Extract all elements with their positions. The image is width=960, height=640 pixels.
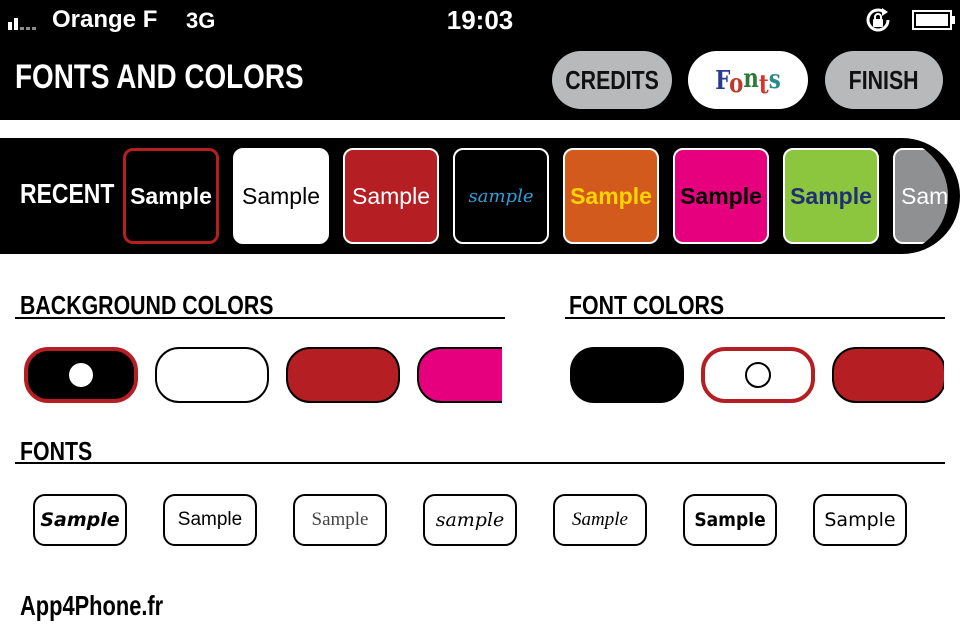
- credits-button[interactable]: CREDITS: [552, 51, 672, 109]
- recent-tile-text: Sample: [680, 182, 762, 209]
- font-option-tile[interactable]: sample: [423, 494, 517, 546]
- fonts-label-letter: s: [768, 64, 781, 95]
- selected-indicator-icon: [69, 363, 93, 387]
- font-option-label: Sample: [40, 509, 120, 531]
- status-time: 19:03: [446, 5, 514, 35]
- footer-watermark: App4Phone.fr: [20, 590, 164, 621]
- font-option-label: Sample: [572, 509, 628, 530]
- status-bar: Orange F 3G 19:03: [0, 0, 960, 40]
- recent-tile-text: Sample: [570, 182, 652, 209]
- font-color-swatch[interactable]: [570, 347, 684, 403]
- font-color-swatch[interactable]: [701, 347, 815, 403]
- font-option-label: Sample: [824, 509, 896, 531]
- font-option-label: Sample: [177, 509, 243, 530]
- fonts-label: Fonts: [715, 63, 781, 100]
- font-color-swatches: [566, 345, 944, 405]
- fonts-label-letter: t: [758, 69, 769, 100]
- recent-tile[interactable]: Sample: [893, 148, 948, 244]
- background-color-swatches: [20, 345, 502, 405]
- recent-tile-text: Sample: [901, 182, 948, 209]
- recent-tile-text: Sample: [790, 182, 872, 209]
- fonts-label-letter: o: [729, 68, 744, 99]
- header-bar: FONTS AND COLORS CREDITS Fonts FINISH: [0, 40, 960, 120]
- recent-label: RECENT: [20, 178, 115, 209]
- recent-tile[interactable]: Sample: [233, 148, 329, 244]
- finish-label: FINISH: [849, 64, 919, 95]
- font-option-label: sample: [435, 509, 505, 531]
- recent-tile[interactable]: Sample: [343, 148, 439, 244]
- fonts-label-letter: n: [743, 63, 759, 94]
- font-option-label: Sample: [694, 509, 766, 531]
- finish-button[interactable]: FINISH: [825, 51, 943, 109]
- font-option-tile[interactable]: Sample: [33, 494, 127, 546]
- font-option-label: Sample: [311, 509, 369, 530]
- recent-tile-text: Sample: [352, 182, 430, 209]
- font-option-tile[interactable]: Sample: [293, 494, 387, 546]
- background-color-swatch[interactable]: [286, 347, 400, 403]
- recent-tiles: Sample Sample Sample sample Sample Sample Samp…: [120, 138, 948, 254]
- font-colors-rule: [565, 317, 945, 319]
- recent-tile[interactable]: sample: [453, 148, 549, 244]
- background-color-swatch[interactable]: [417, 347, 502, 403]
- recent-tile[interactable]: Sample: [673, 148, 769, 244]
- font-option-tile[interactable]: Sample: [813, 494, 907, 546]
- recent-tile-text: Sample: [242, 182, 320, 209]
- font-option-tile[interactable]: Sample: [163, 494, 257, 546]
- rotation-lock-icon: [866, 8, 890, 32]
- font-option-tile[interactable]: Sample: [683, 494, 777, 546]
- fonts-button[interactable]: Fonts: [688, 51, 808, 109]
- font-option-tile[interactable]: Sample: [553, 494, 647, 546]
- background-color-swatch[interactable]: [24, 347, 138, 403]
- recent-tile[interactable]: Sample: [123, 148, 219, 244]
- fonts-label-letter: F: [715, 65, 730, 96]
- credits-label: CREDITS: [565, 64, 659, 95]
- recent-tile[interactable]: Sample: [783, 148, 879, 244]
- font-color-swatch[interactable]: [832, 347, 944, 403]
- battery-icon: [912, 10, 955, 30]
- background-colors-rule: [15, 317, 505, 319]
- recent-tile-text: Sample: [130, 182, 212, 209]
- fonts-rule: [15, 462, 945, 464]
- recent-strip: RECENT Sample Sample Sample sample Sample Sam…: [0, 138, 960, 254]
- selected-indicator-icon: [745, 362, 771, 388]
- recent-tile-text: sample: [468, 185, 534, 207]
- page-title: FONTS AND COLORS: [15, 58, 304, 96]
- background-color-swatch[interactable]: [155, 347, 269, 403]
- recent-tile[interactable]: Sample: [563, 148, 659, 244]
